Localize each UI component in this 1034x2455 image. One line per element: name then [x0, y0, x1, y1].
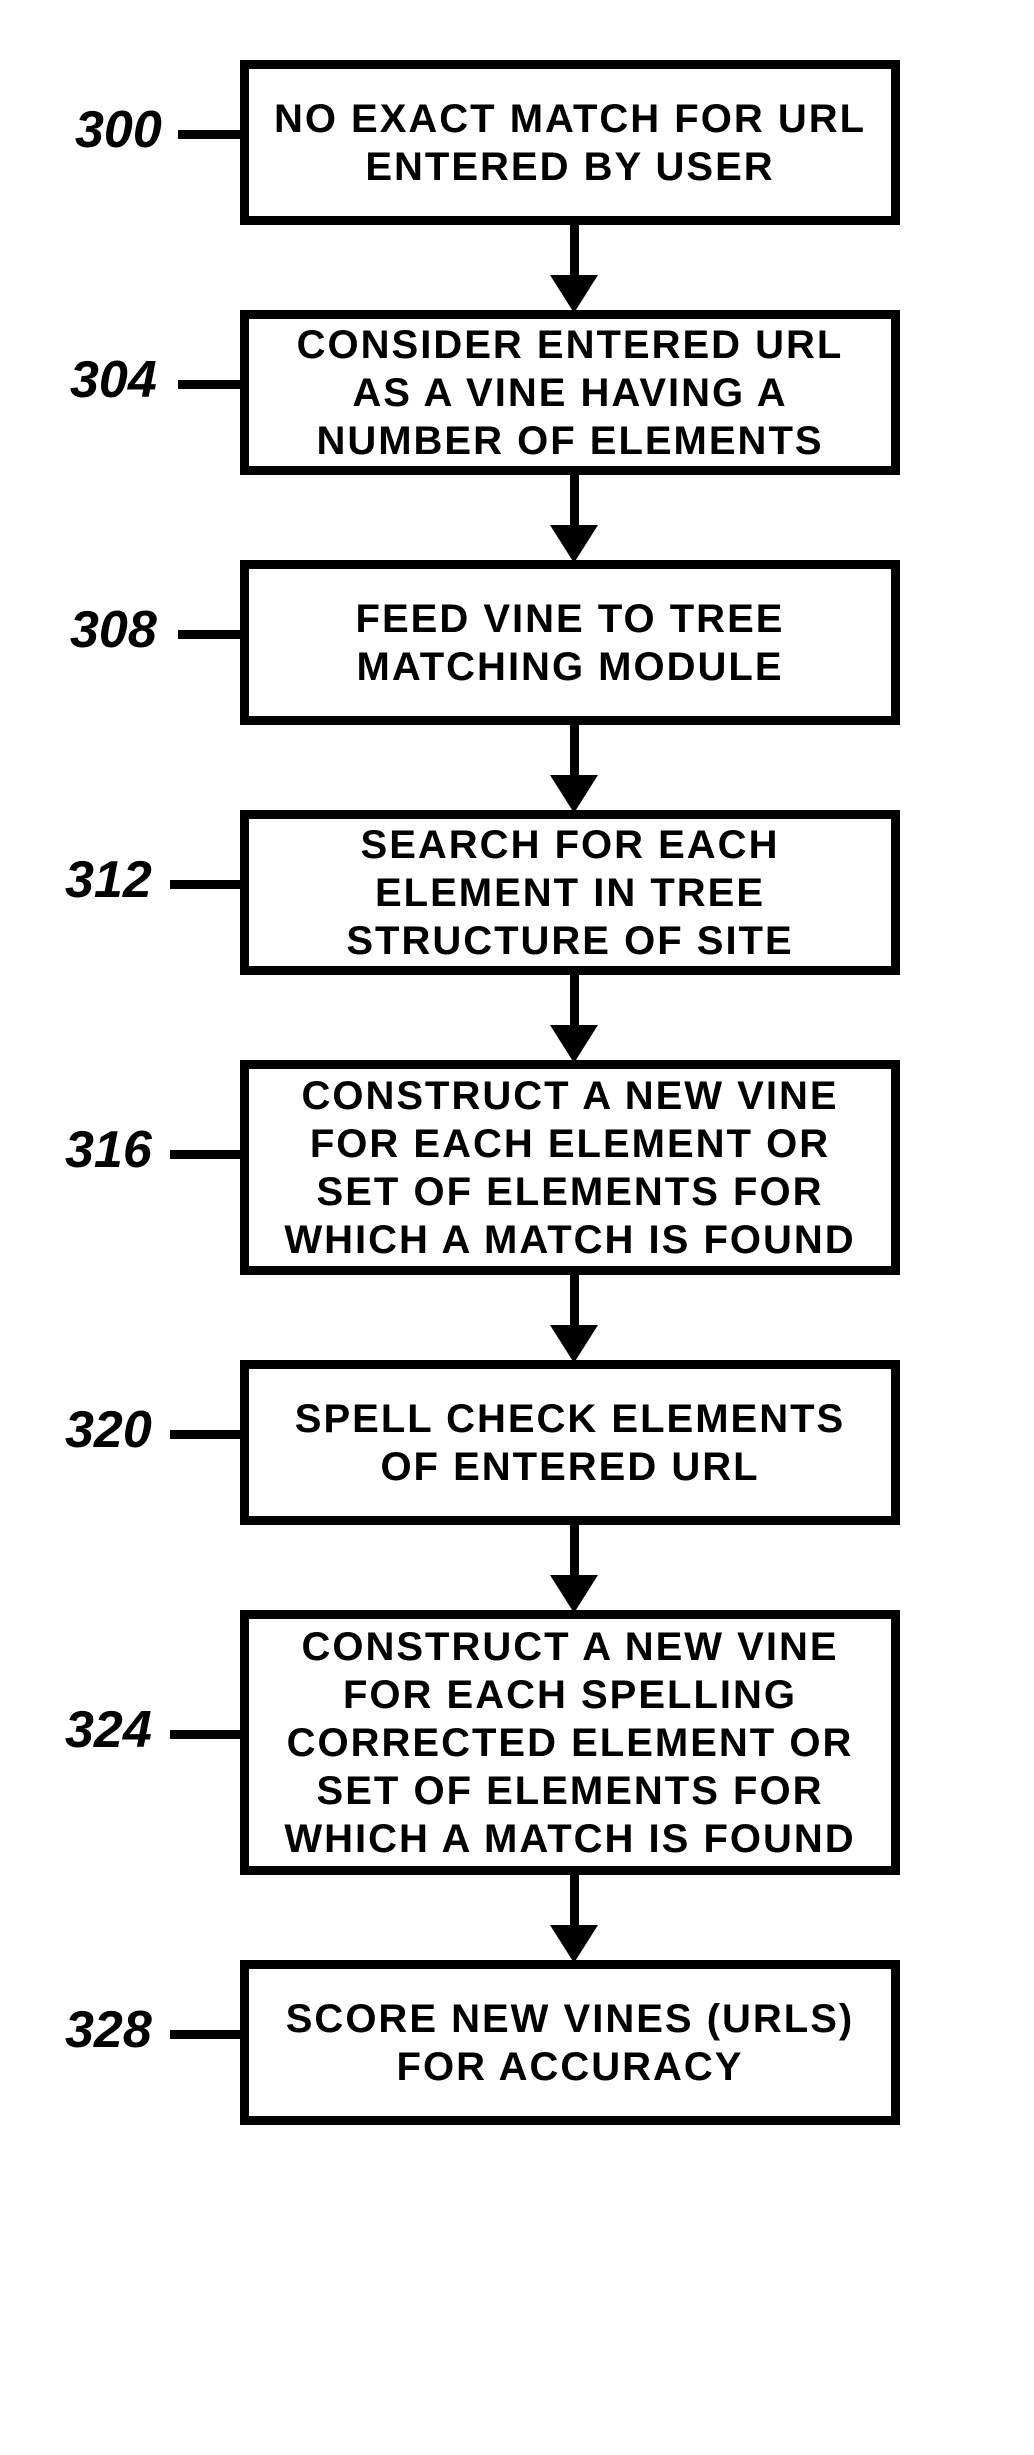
label-tick-308 — [178, 630, 240, 639]
node-label-328: 328 — [65, 2000, 152, 2060]
node-label-320: 320 — [65, 1400, 152, 1460]
node-box-308: FEED VINE TO TREE MATCHING MODULE — [240, 560, 900, 725]
flowchart-canvas: 300 NO EXACT MATCH FOR URL ENTERED BY US… — [0, 0, 1034, 2455]
connector-320-324 — [570, 1525, 579, 1580]
node-label-324: 324 — [65, 1700, 152, 1760]
node-box-300: NO EXACT MATCH FOR URL ENTERED BY USER — [240, 60, 900, 225]
node-text-328: SCORE NEW VINES (URLS) FOR ACCURACY — [269, 1995, 871, 2091]
connector-312-316 — [570, 975, 579, 1030]
node-text-324: CONSTRUCT A NEW VINE FOR EACH SPELLING C… — [269, 1623, 871, 1863]
node-box-316: CONSTRUCT A NEW VINE FOR EACH ELEMENT OR… — [240, 1060, 900, 1275]
node-label-300: 300 — [75, 100, 162, 160]
node-box-324: CONSTRUCT A NEW VINE FOR EACH SPELLING C… — [240, 1610, 900, 1875]
node-label-312: 312 — [65, 850, 152, 910]
connector-316-320 — [570, 1275, 579, 1330]
label-tick-316 — [170, 1150, 240, 1159]
label-tick-312 — [170, 880, 240, 889]
node-text-308: FEED VINE TO TREE MATCHING MODULE — [269, 595, 871, 691]
node-box-312: SEARCH FOR EACH ELEMENT IN TREE STRUCTUR… — [240, 810, 900, 975]
connector-308-312 — [570, 725, 579, 780]
node-text-304: CONSIDER ENTERED URL AS A VINE HAVING A … — [269, 321, 871, 465]
node-text-320: SPELL CHECK ELEMENTS OF ENTERED URL — [269, 1395, 871, 1491]
arrow-300-304 — [550, 275, 598, 313]
node-label-308: 308 — [70, 600, 157, 660]
node-box-328: SCORE NEW VINES (URLS) FOR ACCURACY — [240, 1960, 900, 2125]
label-tick-320 — [170, 1430, 240, 1439]
connector-300-304 — [570, 225, 579, 280]
arrow-312-316 — [550, 1025, 598, 1063]
arrow-304-308 — [550, 525, 598, 563]
label-tick-300 — [178, 130, 240, 139]
node-box-304: CONSIDER ENTERED URL AS A VINE HAVING A … — [240, 310, 900, 475]
arrow-308-312 — [550, 775, 598, 813]
node-label-304: 304 — [70, 350, 157, 410]
node-label-316: 316 — [65, 1120, 152, 1180]
node-box-320: SPELL CHECK ELEMENTS OF ENTERED URL — [240, 1360, 900, 1525]
node-text-312: SEARCH FOR EACH ELEMENT IN TREE STRUCTUR… — [269, 821, 871, 965]
label-tick-304 — [178, 380, 240, 389]
arrow-324-328 — [550, 1925, 598, 1963]
node-text-316: CONSTRUCT A NEW VINE FOR EACH ELEMENT OR… — [269, 1072, 871, 1264]
arrow-316-320 — [550, 1325, 598, 1363]
connector-324-328 — [570, 1875, 579, 1930]
label-tick-328 — [170, 2030, 240, 2039]
node-text-300: NO EXACT MATCH FOR URL ENTERED BY USER — [269, 95, 871, 191]
label-tick-324 — [170, 1730, 240, 1739]
arrow-320-324 — [550, 1575, 598, 1613]
connector-304-308 — [570, 475, 579, 530]
